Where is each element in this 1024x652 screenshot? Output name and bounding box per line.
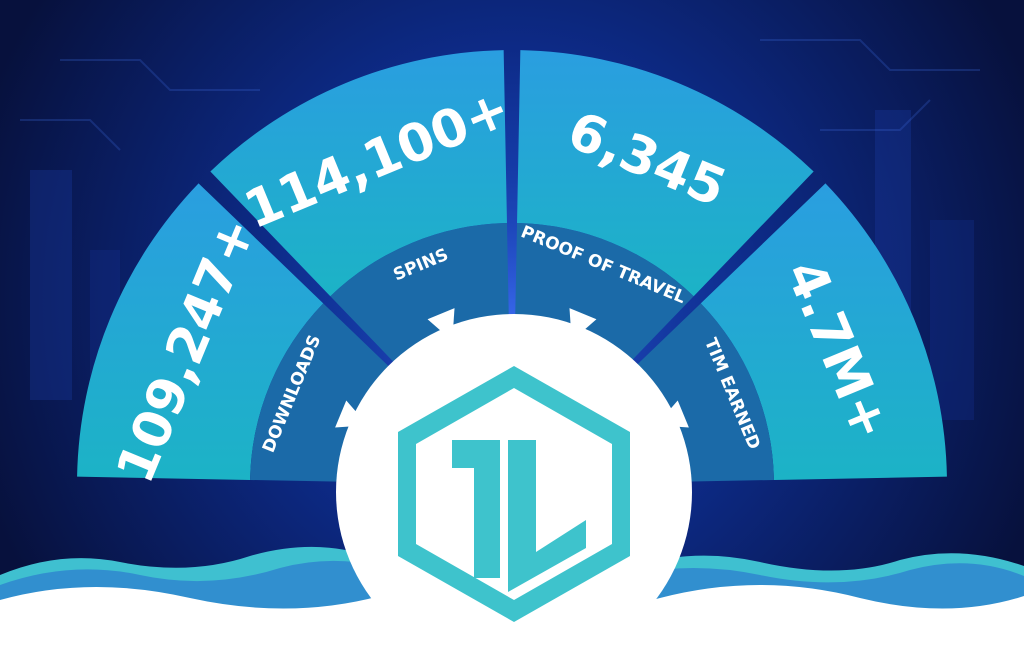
infographic-canvas: 109,247+DOWNLOADS114,100+SPINS6,345PROOF… <box>0 0 1024 652</box>
infographic-stage: 109,247+ DOWNLOADS 114,100+ SPINS 6,345 PROOF… <box>0 0 1024 652</box>
